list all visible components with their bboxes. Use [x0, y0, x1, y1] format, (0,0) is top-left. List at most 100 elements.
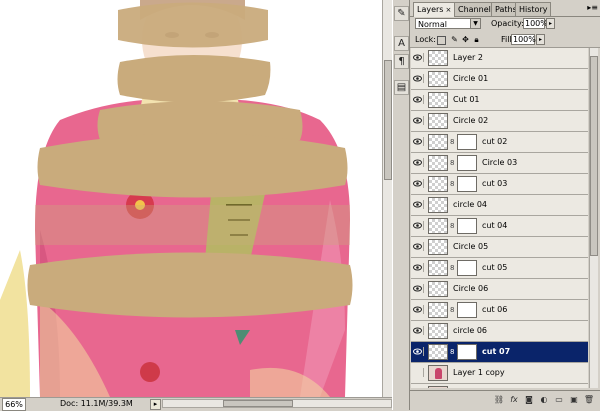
tab-history[interactable]: History	[515, 2, 552, 16]
eye-icon[interactable]	[413, 74, 424, 83]
link-icon[interactable]: ⛓︎	[493, 394, 505, 406]
eye-icon[interactable]	[413, 221, 424, 230]
mask-link-icon[interactable]: 8	[450, 306, 454, 314]
eye-icon[interactable]	[413, 284, 424, 293]
layer-thumbnail[interactable]	[428, 302, 448, 318]
lock-pixels-brush-icon[interactable]: ✎	[450, 35, 459, 44]
layer-row[interactable]: Circle 01	[411, 69, 588, 90]
layers-scrollbar[interactable]	[589, 48, 598, 388]
layer-mask-thumbnail[interactable]	[457, 134, 477, 150]
mask-link-icon[interactable]: 8	[450, 222, 454, 230]
eye-icon[interactable]	[413, 305, 424, 314]
eye-hidden-icon[interactable]	[413, 368, 424, 377]
layer-mask-thumbnail[interactable]	[457, 155, 477, 171]
layer-thumbnail[interactable]	[428, 386, 448, 388]
layer-mask-thumbnail[interactable]	[457, 218, 477, 234]
trash-icon[interactable]: 🗑︎	[583, 394, 595, 406]
chevron-down-icon[interactable]: ▼	[470, 19, 480, 28]
mask-link-icon[interactable]: 8	[450, 159, 454, 167]
group-icon[interactable]: ▭	[553, 394, 565, 406]
canvas-artwork	[0, 0, 382, 397]
navigator-icon[interactable]: ▤	[394, 80, 409, 95]
close-icon[interactable]: ×	[445, 6, 451, 14]
fill-field[interactable]: 100%	[511, 34, 536, 45]
layer-row[interactable]: Circle 06	[411, 279, 588, 300]
canvas-horizontal-scroll-thumb[interactable]	[223, 400, 293, 407]
layer-thumbnail[interactable]	[428, 365, 448, 381]
layer-thumbnail[interactable]	[428, 323, 448, 339]
layer-row[interactable]: 8 cut 02	[411, 132, 588, 153]
layer-name: Circle 03	[482, 158, 518, 167]
character-icon[interactable]: A	[394, 36, 409, 51]
layer-row[interactable]: Layer 1 copy	[411, 363, 588, 384]
opacity-field[interactable]: 100%	[523, 18, 548, 29]
layer-mask-thumbnail[interactable]	[457, 260, 477, 276]
layer-mask-thumbnail[interactable]	[457, 302, 477, 318]
layer-thumbnail[interactable]	[428, 134, 448, 150]
eye-icon[interactable]	[413, 200, 424, 209]
zoom-level-field[interactable]: 66%	[2, 398, 26, 411]
layer-thumbnail[interactable]	[428, 260, 448, 276]
panel-menu-icon[interactable]: ▸≡	[587, 3, 598, 12]
layer-row[interactable]: Circle 02	[411, 111, 588, 132]
eye-icon[interactable]	[413, 53, 424, 62]
layer-thumbnail[interactable]	[428, 281, 448, 297]
layer-thumbnail[interactable]	[428, 155, 448, 171]
layer-row[interactable]: 8 Circle 03	[411, 153, 588, 174]
layer-thumbnail[interactable]	[428, 218, 448, 234]
layer-thumbnail[interactable]	[428, 113, 448, 129]
layer-thumbnail[interactable]	[428, 176, 448, 192]
lock-transparency-icon[interactable]	[437, 36, 446, 45]
layer-row[interactable]: 8 cut 05	[411, 258, 588, 279]
fx-icon[interactable]: fx	[508, 394, 520, 406]
eye-icon[interactable]	[413, 263, 424, 272]
eye-icon[interactable]	[413, 137, 424, 146]
eye-icon[interactable]	[413, 179, 424, 188]
mask-link-icon[interactable]: 8	[450, 264, 454, 272]
mask-link-icon[interactable]: 8	[450, 180, 454, 188]
layer-row[interactable]: Cut 01	[411, 90, 588, 111]
eye-icon[interactable]	[413, 95, 424, 104]
layer-mask-thumbnail[interactable]	[457, 344, 477, 360]
layer-row[interactable]: Layer 2	[411, 48, 588, 69]
layer-thumbnail[interactable]	[428, 92, 448, 108]
mask-icon[interactable]: ◙	[523, 394, 535, 406]
layer-thumbnail[interactable]	[428, 50, 448, 66]
layer-row[interactable]: 8 cut 04	[411, 216, 588, 237]
layer-thumbnail[interactable]	[428, 71, 448, 87]
eye-icon[interactable]	[413, 242, 424, 251]
layers-scroll-thumb[interactable]	[590, 56, 598, 256]
status-menu-arrow-icon[interactable]: ▸	[150, 399, 161, 410]
eye-icon[interactable]	[413, 347, 424, 356]
mask-link-icon[interactable]: 8	[450, 348, 454, 356]
layer-thumbnail[interactable]	[428, 239, 448, 255]
blend-mode-select[interactable]: Normal ▼	[415, 18, 481, 29]
adjustment-icon[interactable]: ◐	[538, 394, 550, 406]
paragraph-icon[interactable]: ¶	[394, 54, 409, 69]
brush-preset-icon[interactable]: ✎	[394, 6, 409, 21]
layer-row[interactable]: 8 cut 06	[411, 300, 588, 321]
layer-row[interactable]: 8 cut 03	[411, 174, 588, 195]
layer-row[interactable]: circle 04	[411, 195, 588, 216]
layer-name: cut 02	[482, 137, 508, 146]
lock-position-move-icon[interactable]: ✥	[461, 35, 470, 44]
layer-row[interactable]: Layer 1	[411, 384, 588, 388]
canvas-horizontal-scrollbar[interactable]	[162, 399, 392, 408]
lock-all-padlock-icon[interactable]: 🔒︎	[472, 35, 481, 44]
new-layer-icon[interactable]: ▣	[568, 394, 580, 406]
layer-row[interactable]: circle 06	[411, 321, 588, 342]
document-canvas[interactable]	[0, 0, 382, 397]
mask-link-icon[interactable]: 8	[450, 138, 454, 146]
layer-mask-thumbnail[interactable]	[457, 176, 477, 192]
layer-row[interactable]: Circle 05	[411, 237, 588, 258]
eye-icon[interactable]	[413, 158, 424, 167]
eye-icon[interactable]	[413, 326, 424, 335]
fill-slider-arrow-icon[interactable]: ▸	[536, 34, 545, 45]
tab-layers[interactable]: Layers ×	[413, 2, 456, 17]
eye-icon[interactable]	[413, 116, 424, 125]
layer-thumbnail[interactable]	[428, 197, 448, 213]
opacity-slider-arrow-icon[interactable]: ▸	[546, 18, 555, 29]
layer-thumbnail[interactable]	[428, 344, 448, 360]
canvas-vertical-scroll-thumb[interactable]	[384, 60, 392, 180]
layer-row[interactable]: 8 cut 07	[411, 342, 588, 363]
